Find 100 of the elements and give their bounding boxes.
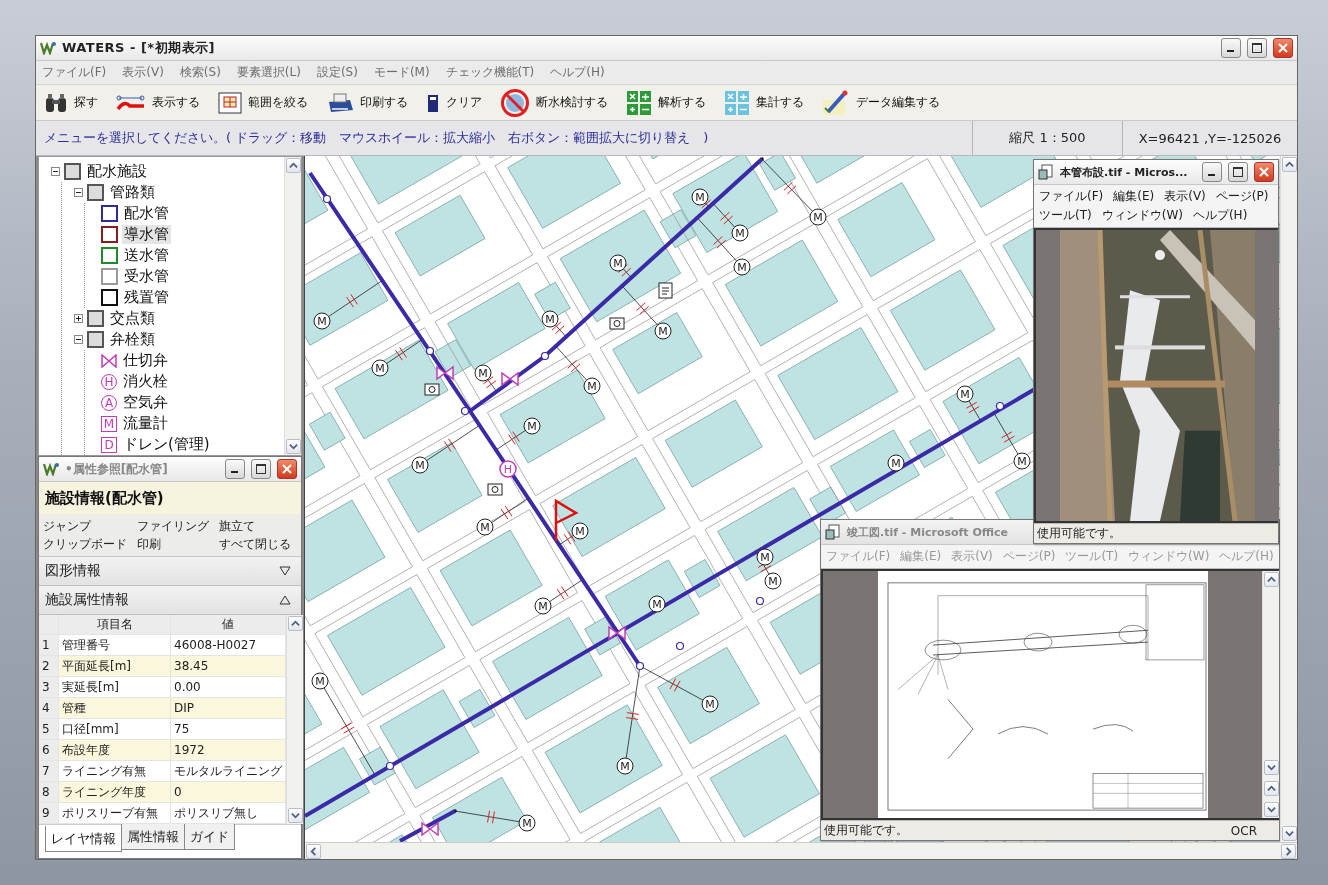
action-link[interactable]: 旗立て bbox=[219, 517, 291, 535]
row-number: 1 bbox=[39, 635, 59, 656]
toolbar-button[interactable]: データ編集する bbox=[820, 87, 942, 118]
section-header[interactable]: 図形情報 bbox=[39, 557, 301, 586]
section-title: 図形情報 bbox=[45, 562, 101, 580]
checkbox[interactable] bbox=[87, 310, 104, 327]
table-cell: DIP bbox=[171, 698, 286, 719]
maximize-icon bbox=[256, 464, 266, 474]
tree-item[interactable]: 管路類 bbox=[108, 183, 157, 202]
maximize-icon bbox=[1252, 43, 1262, 53]
toolbar-button[interactable]: 探す bbox=[42, 89, 100, 116]
column-header: 項目名 bbox=[59, 615, 171, 635]
toolbar-button[interactable]: 表示する bbox=[114, 91, 202, 114]
valve-icon bbox=[101, 353, 117, 368]
action-link[interactable]: ジャンプ bbox=[43, 517, 127, 535]
tree-item[interactable]: 流量計 bbox=[121, 414, 170, 433]
maximize-icon bbox=[1233, 167, 1243, 177]
toolbar-button[interactable]: クリア bbox=[424, 89, 484, 116]
row-number: 3 bbox=[39, 677, 59, 698]
minimize-button[interactable] bbox=[1202, 162, 1222, 182]
checkbox[interactable] bbox=[64, 163, 81, 180]
menu-item[interactable]: 編集(E) bbox=[1113, 188, 1155, 205]
table-cell: 1972 bbox=[171, 740, 286, 761]
section-header[interactable]: 施設属性情報 bbox=[39, 586, 301, 615]
row-number: 7 bbox=[39, 761, 59, 782]
tree-item[interactable]: 消火栓 bbox=[121, 372, 170, 391]
table-cell: 管種 bbox=[59, 698, 171, 719]
tree-item[interactable]: 配水施設 bbox=[85, 162, 149, 181]
menu-item[interactable]: ウィンドウ(W) bbox=[1101, 207, 1183, 224]
menu-item[interactable]: ページ(P) bbox=[1215, 188, 1269, 205]
menu-item[interactable]: ヘルプ(H) bbox=[550, 64, 605, 81]
app-logo-icon bbox=[40, 41, 56, 55]
menu-item[interactable]: 表示(V) bbox=[1164, 188, 1206, 205]
checkbox[interactable] bbox=[87, 184, 104, 201]
toolbar-button[interactable]: 範囲を絞る bbox=[216, 89, 310, 116]
tree-item[interactable]: 受水管 bbox=[122, 267, 171, 286]
table-cell: 平面延長[m] bbox=[59, 656, 171, 677]
status-text: OCR bbox=[1230, 823, 1257, 838]
table-cell: 管理番号 bbox=[59, 635, 171, 656]
minimize-button[interactable] bbox=[1221, 38, 1241, 58]
row-number: 5 bbox=[39, 719, 59, 740]
table-cell: ポリスリーブ有無 bbox=[59, 803, 171, 824]
toolbar-button[interactable]: 断水検討する bbox=[498, 85, 610, 120]
table-cell: 0.00 bbox=[171, 677, 286, 698]
menu-item[interactable]: モード(M) bbox=[373, 64, 430, 81]
table-cell: ポリスリブ無し bbox=[171, 803, 286, 824]
toolbar-button[interactable]: 解析する bbox=[624, 87, 708, 118]
maximize-button[interactable] bbox=[1247, 38, 1267, 58]
maximize-button[interactable] bbox=[1228, 162, 1248, 182]
menu-item[interactable]: 設定(S) bbox=[316, 64, 358, 81]
binoculars-icon bbox=[44, 91, 68, 114]
toolbar-button[interactable]: 集計する bbox=[722, 87, 806, 118]
menu-item[interactable]: ツール(T) bbox=[1039, 207, 1092, 224]
maximize-button[interactable] bbox=[251, 459, 271, 479]
menu-item[interactable]: 要素選択(L) bbox=[236, 64, 301, 81]
row-number: 6 bbox=[39, 740, 59, 761]
collapse-icon[interactable] bbox=[74, 188, 83, 197]
table-cell: 布設年度 bbox=[59, 740, 171, 761]
action-link[interactable]: 印刷 bbox=[137, 535, 209, 553]
action-link[interactable]: ファイリング bbox=[137, 517, 209, 535]
close-button[interactable] bbox=[277, 459, 297, 479]
section-title: 施設属性情報 bbox=[45, 591, 129, 609]
action-link[interactable]: すべて閉じる bbox=[219, 535, 291, 553]
expand-icon[interactable] bbox=[74, 314, 83, 323]
frame-icon bbox=[218, 91, 242, 114]
tree-item[interactable]: 交点類 bbox=[108, 309, 157, 328]
action-link[interactable]: クリップボード bbox=[43, 535, 127, 553]
menu-item[interactable]: 検索(S) bbox=[179, 64, 221, 81]
calculator-icon bbox=[724, 89, 750, 116]
tab[interactable]: ガイド bbox=[184, 824, 235, 850]
table-cell: 38.45 bbox=[171, 656, 286, 677]
tree-item[interactable]: 導水管 bbox=[122, 225, 171, 244]
tree-item[interactable]: 空気弁 bbox=[121, 393, 170, 412]
tab[interactable]: 属性情報 bbox=[121, 824, 185, 850]
checkbox[interactable] bbox=[87, 331, 104, 348]
tab[interactable]: レイヤ情報 bbox=[45, 826, 122, 852]
tree-item[interactable]: 仕切弁 bbox=[121, 351, 170, 370]
tree-item[interactable]: 配水管 bbox=[122, 204, 171, 223]
tree-item[interactable]: ドレン(管理) bbox=[121, 435, 212, 454]
tree-item[interactable]: 弁栓類 bbox=[108, 330, 157, 349]
document-icon bbox=[1038, 164, 1054, 180]
close-button[interactable] bbox=[1273, 38, 1293, 58]
close-icon bbox=[1278, 43, 1288, 53]
tree-item[interactable]: 送水管 bbox=[122, 246, 171, 265]
row-number: 8 bbox=[39, 782, 59, 803]
close-button[interactable] bbox=[1254, 162, 1274, 182]
toolbar-button[interactable]: 印刷する bbox=[324, 89, 410, 116]
corner-cell bbox=[39, 615, 59, 635]
tree-item[interactable]: 残置管 bbox=[122, 288, 171, 307]
panel-heading: 施設情報(配水管) bbox=[39, 482, 301, 514]
minimize-button[interactable] bbox=[225, 459, 245, 479]
menu-item[interactable]: チェック機能(T) bbox=[445, 64, 535, 81]
menu-item[interactable]: ファイル(F) bbox=[1039, 188, 1104, 205]
menu-item[interactable]: ヘルプ(H) bbox=[1192, 207, 1248, 224]
row-number: 4 bbox=[39, 698, 59, 719]
status-text: 使用可能です。 bbox=[1037, 525, 1121, 542]
menu-item[interactable]: 表示(V) bbox=[122, 64, 164, 81]
collapse-icon[interactable] bbox=[74, 335, 83, 344]
menu-item[interactable]: ファイル(F) bbox=[42, 64, 107, 81]
collapse-icon[interactable] bbox=[51, 167, 60, 176]
